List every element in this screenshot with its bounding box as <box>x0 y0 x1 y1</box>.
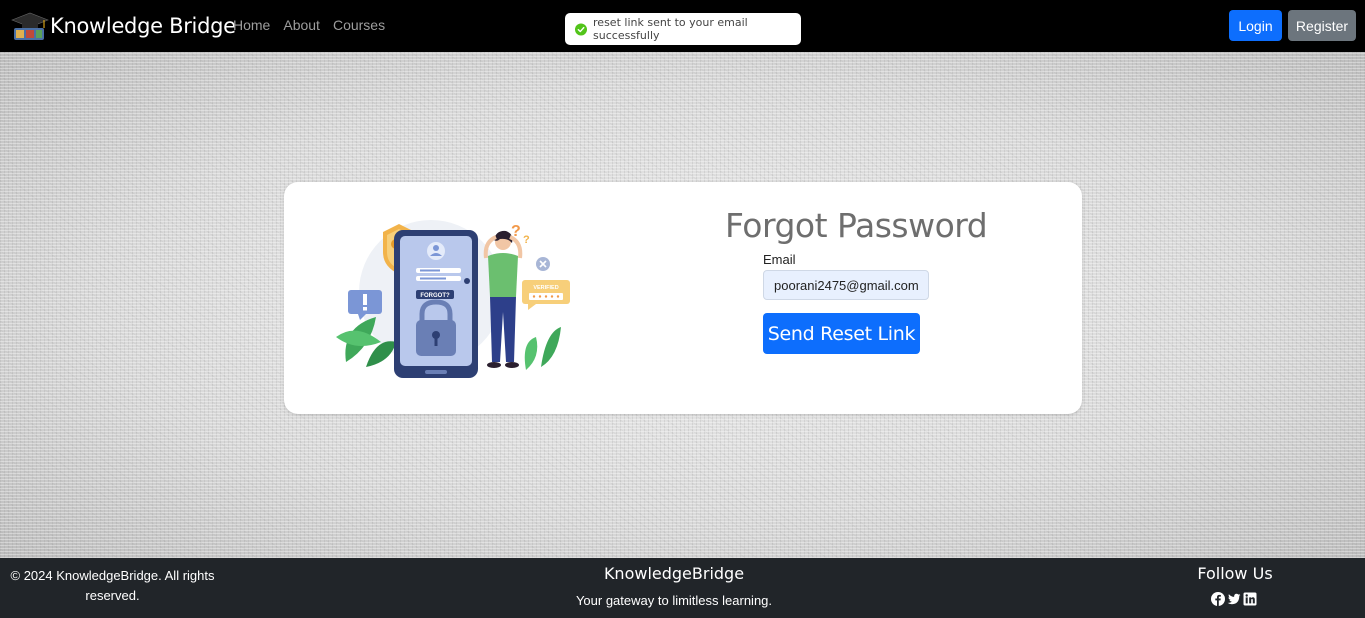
nav-links: Home About Courses <box>233 17 398 33</box>
svg-text:?: ? <box>523 234 530 246</box>
brand[interactable]: Knowledge Bridge <box>10 10 236 42</box>
copyright-text: © 2024 KnowledgeBridge. All rights reser… <box>10 568 215 603</box>
footer: © 2024 KnowledgeBridge. All rights reser… <box>0 558 1365 618</box>
forgot-label: FORGOT? <box>420 293 450 299</box>
email-field[interactable] <box>763 270 929 300</box>
email-label: Email <box>763 252 796 267</box>
facebook-icon[interactable] <box>1211 592 1225 606</box>
nav-link-home[interactable]: Home <box>233 17 270 33</box>
forgot-password-card: FORGOT? ? ? VERIFIED Forgot Password Ema… <box>284 182 1082 414</box>
twitter-icon[interactable] <box>1227 592 1241 606</box>
toast-message: reset link sent to your email successful… <box>593 16 748 42</box>
graduation-cap-logo-icon <box>11 12 49 40</box>
verified-label: VERIFIED <box>533 285 558 291</box>
forgot-password-illustration: FORGOT? ? ? VERIFIED <box>336 220 570 378</box>
social-links <box>1211 592 1259 606</box>
footer-tagline: Your gateway to limitless learning. <box>575 593 773 608</box>
success-toast[interactable]: reset link sent to your email successful… <box>565 13 801 45</box>
send-reset-link-button[interactable]: Send Reset Link <box>763 313 920 354</box>
page-title: Forgot Password <box>725 206 988 245</box>
register-button[interactable]: Register <box>1288 10 1356 41</box>
check-circle-icon <box>575 22 588 36</box>
linkedin-icon[interactable] <box>1243 592 1257 606</box>
login-button[interactable]: Login <box>1229 10 1282 41</box>
footer-brand: KnowledgeBridge <box>603 564 745 583</box>
follow-us-title: Follow Us <box>1197 564 1273 583</box>
brand-name: Knowledge Bridge <box>50 14 236 38</box>
nav-link-courses[interactable]: Courses <box>333 17 385 33</box>
nav-link-about[interactable]: About <box>283 17 320 33</box>
